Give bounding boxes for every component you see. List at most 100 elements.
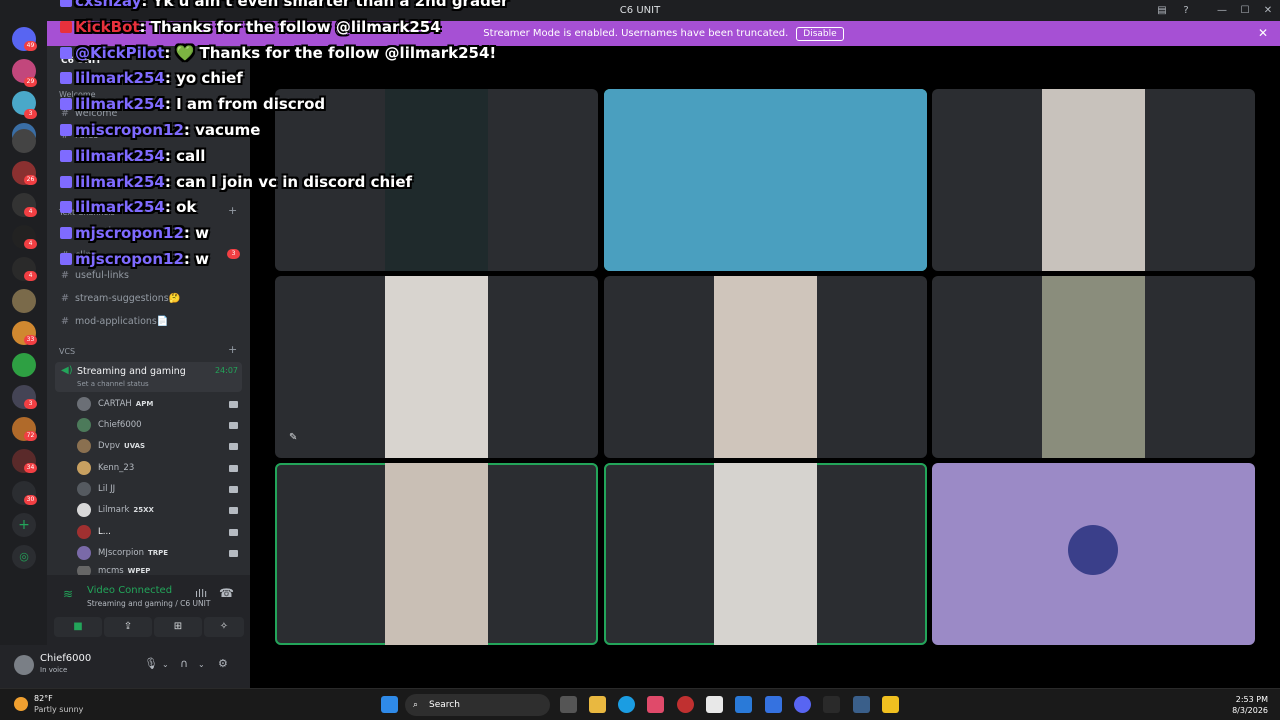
system-clock[interactable]: 2:53 PM 8/3/2026 <box>1232 694 1268 716</box>
microphone-icon[interactable]: 🎙 <box>144 657 158 670</box>
video-feed <box>385 276 488 458</box>
avatar <box>77 566 91 575</box>
video-tile[interactable]: ✎ <box>275 276 598 458</box>
voice-member[interactable]: Kenn_23 <box>77 460 138 476</box>
chat-message: @KickPilot: 💚 Thanks for the follow @lil… <box>60 44 580 70</box>
server-icon[interactable] <box>12 353 36 377</box>
voice-member[interactable]: CARTAH APM <box>77 396 153 412</box>
video-tile[interactable] <box>604 463 927 645</box>
voice-member[interactable]: Lil JJ <box>77 481 119 497</box>
mention-badge: 72 <box>24 431 37 441</box>
camera-button[interactable]: ■ <box>54 617 102 637</box>
video-tile[interactable] <box>932 89 1255 271</box>
chat-username: lilmark254 <box>75 146 165 165</box>
video-tile[interactable] <box>604 89 927 271</box>
screen-share-button[interactable]: ⇪ <box>104 617 152 637</box>
channel-status[interactable]: Set a channel status <box>77 380 149 388</box>
video-tile[interactable] <box>275 463 598 645</box>
signal-icon[interactable]: ≋ <box>63 587 73 601</box>
chat-text: I am from discrod <box>176 95 326 114</box>
minimize-button[interactable]: — <box>1212 3 1232 19</box>
chat-text: call <box>176 146 206 165</box>
discover-icon[interactable]: ◎ <box>12 545 36 569</box>
close-window-button[interactable]: ✕ <box>1258 3 1278 19</box>
voice-member[interactable]: Chief6000 <box>77 417 146 433</box>
inbox-icon[interactable]: ▤ <box>1152 3 1172 19</box>
soundboard-button[interactable]: ✧ <box>204 617 244 637</box>
chat-message: miscropon12: vacume <box>60 121 580 147</box>
participant-avatar <box>1068 525 1118 575</box>
disable-streamer-mode-button[interactable]: Disable <box>796 26 844 41</box>
close-icon[interactable]: ✕ <box>1258 26 1268 40</box>
channel-mod-applications[interactable]: # mod-applications📄 <box>61 316 169 327</box>
mention-badge: 34 <box>24 463 37 473</box>
chat-badge-icon <box>60 98 72 111</box>
help-icon[interactable]: ? <box>1176 3 1196 19</box>
app-icon[interactable] <box>647 696 664 713</box>
add-server-icon[interactable]: + <box>12 513 36 537</box>
server-icon[interactable] <box>12 289 36 313</box>
chat-separator: : <box>183 120 196 139</box>
camera-icon <box>229 443 238 450</box>
avatar-tile[interactable] <box>932 463 1255 645</box>
chat-message: lilmark254: call <box>60 147 580 173</box>
noise-suppression-icon[interactable]: ıllı <box>195 587 207 600</box>
app-icon[interactable] <box>735 696 752 713</box>
video-feed <box>714 463 817 645</box>
hash-icon: # <box>61 293 69 304</box>
weather-icon[interactable] <box>14 697 28 711</box>
category-vcs[interactable]: VCS <box>59 347 75 356</box>
video-tile[interactable] <box>932 276 1255 458</box>
chevron-down-icon[interactable]: ⌄ <box>198 660 205 669</box>
channel-stream-suggestions[interactable]: # stream-suggestions🤔 <box>61 293 181 304</box>
weather-temp[interactable]: 82°F <box>34 694 53 703</box>
chat-separator: : <box>141 0 153 10</box>
file-explorer-icon[interactable] <box>589 696 606 713</box>
user-panel: Chief6000 In voice 🎙 ⌄ ∩ ⌄ ⚙ <box>0 645 250 688</box>
user-avatar[interactable] <box>14 655 34 675</box>
maximize-button[interactable]: ☐ <box>1235 3 1255 19</box>
start-icon[interactable] <box>381 696 398 713</box>
disconnect-icon[interactable]: ☎ <box>219 586 234 600</box>
camera-icon <box>229 465 238 472</box>
chevron-down-icon[interactable]: ⌄ <box>162 660 169 669</box>
weather-desc[interactable]: Partly sunny <box>34 705 83 714</box>
video-tile[interactable] <box>604 276 927 458</box>
voice-member[interactable]: MJscorpion TRPE <box>77 545 168 561</box>
mention-badge: 49 <box>24 41 37 51</box>
app-icon[interactable] <box>677 696 694 713</box>
app-icon[interactable] <box>853 696 870 713</box>
app-icon[interactable] <box>823 696 840 713</box>
headphones-icon[interactable]: ∩ <box>180 657 188 670</box>
app-icon[interactable] <box>882 696 899 713</box>
add-channel-icon[interactable]: + <box>228 343 237 356</box>
edge-icon[interactable] <box>618 696 635 713</box>
avatar <box>77 546 91 560</box>
chat-badge-icon <box>60 123 72 136</box>
username[interactable]: Chief6000 <box>40 653 91 664</box>
voice-member[interactable]: Dvpv UVAS <box>77 438 145 454</box>
avatar <box>77 461 91 475</box>
voice-connection-panel: ≋ Video Connected Streaming and gaming /… <box>47 575 250 645</box>
chat-text: w <box>195 224 209 243</box>
avatar <box>77 418 91 432</box>
task-view-icon[interactable] <box>560 696 577 713</box>
avatar <box>77 439 91 453</box>
taskbar-search[interactable]: ⌕ Search <box>405 694 550 716</box>
chat-username: @KickPilot <box>75 43 165 62</box>
discord-icon[interactable] <box>794 696 811 713</box>
voice-member[interactable]: mcms WPEP <box>77 566 150 575</box>
voice-channel-streaming[interactable]: ◀) Streaming and gaming 24:07 Set a chan… <box>55 362 242 392</box>
server-icon[interactable] <box>12 129 36 153</box>
voice-status-subtitle[interactable]: Streaming and gaming / C6 UNIT <box>87 599 210 608</box>
voice-member[interactable]: L... <box>77 524 115 540</box>
muted-icon: ✎ <box>289 432 298 443</box>
activities-button[interactable]: ⊞ <box>154 617 202 637</box>
store-icon[interactable] <box>706 696 723 713</box>
chat-message: lilmark254: ok <box>60 198 580 224</box>
app-icon[interactable] <box>765 696 782 713</box>
mention-badge: 3 <box>24 399 37 409</box>
chat-badge-icon <box>60 20 72 33</box>
voice-member[interactable]: Lilmark 25XX <box>77 502 154 518</box>
gear-icon[interactable]: ⚙ <box>218 657 228 670</box>
